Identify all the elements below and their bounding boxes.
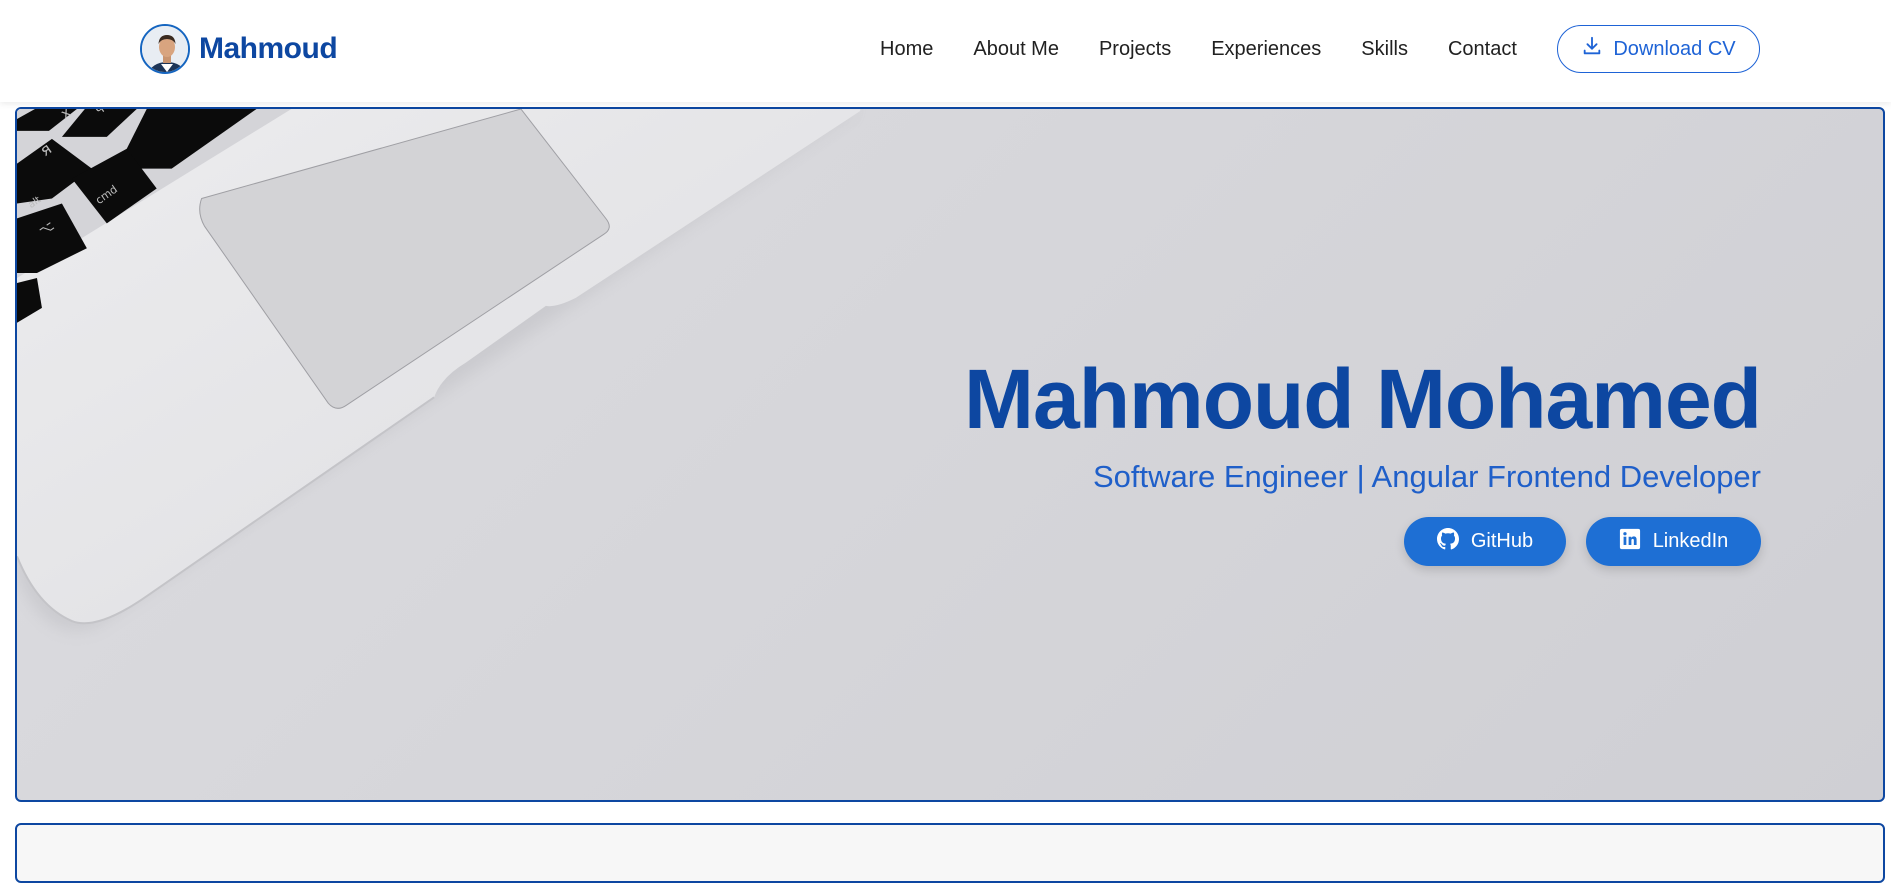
navbar: Mahmoud Home About Me Projects Experienc…	[0, 0, 1891, 102]
download-cv-label: Download CV	[1613, 37, 1736, 60]
brand-link[interactable]: Mahmoud	[140, 24, 338, 74]
social-buttons: GitHub LinkedIn	[964, 517, 1761, 566]
nav-link-projects[interactable]: Projects	[1079, 36, 1191, 62]
nav-link-about-me[interactable]: About Me	[953, 36, 1079, 62]
linkedin-label: LinkedIn	[1652, 530, 1729, 552]
nav-link-contact[interactable]: Contact	[1428, 36, 1537, 62]
linkedin-icon	[1619, 528, 1641, 556]
linkedin-button[interactable]: LinkedIn	[1586, 517, 1761, 566]
download-cv-button[interactable]: Download CV	[1557, 25, 1760, 73]
download-icon	[1581, 35, 1603, 63]
nav-link-home[interactable]: Home	[860, 36, 953, 62]
avatar	[140, 24, 190, 74]
nav-link-experiences[interactable]: Experiences	[1191, 36, 1341, 62]
github-icon	[1436, 527, 1459, 556]
hero-content: Mahmoud Mohamed Software Engineer | Angu…	[964, 349, 1762, 566]
brand-name: Mahmoud	[199, 32, 338, 65]
hero-subtitle: Software Engineer | Angular Frontend Dev…	[1092, 459, 1761, 494]
nav-link-skills[interactable]: Skills	[1341, 36, 1428, 62]
nav-menu: Home About Me Projects Experiences Skill…	[860, 36, 1537, 62]
next-section	[15, 823, 1885, 883]
hero-name: Mahmoud Mohamed	[964, 352, 1762, 446]
hero-section: я х ч alt cmd ⌥ Mahmoud Mohamed Software…	[15, 107, 1885, 802]
github-button[interactable]: GitHub	[1404, 517, 1566, 566]
github-label: GitHub	[1470, 530, 1534, 552]
